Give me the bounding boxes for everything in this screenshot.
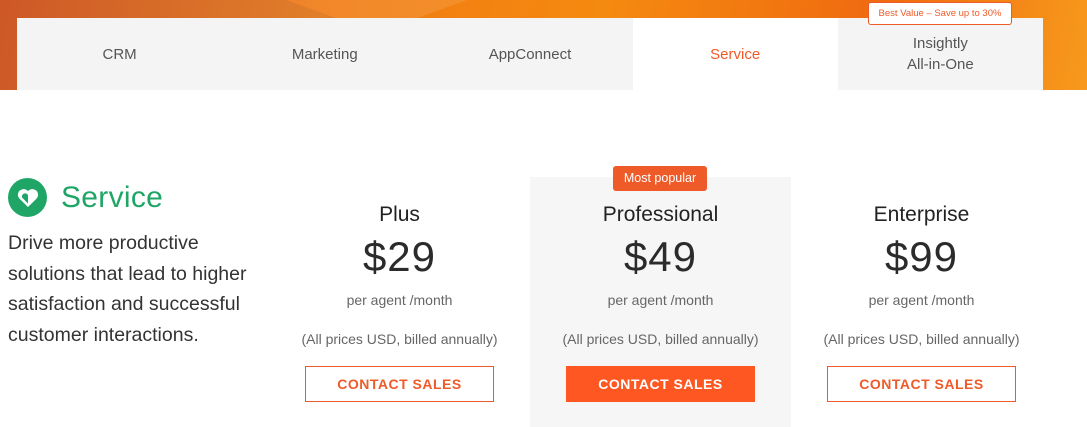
- tab-label-line1: Insightly: [912, 35, 968, 52]
- plan-card-enterprise: Enterprise $99 per agent /month (All pri…: [791, 177, 1052, 427]
- plan-name: Plus: [379, 203, 420, 226]
- plan-name: Professional: [602, 203, 719, 226]
- product-description: Drive more productive solutions that lea…: [8, 232, 247, 346]
- tab-appconnect[interactable]: AppConnect: [427, 18, 633, 90]
- plan-price: $49: [623, 233, 698, 280]
- product-title: Service: [61, 180, 164, 214]
- tab-label-line2: All-in-One: [907, 56, 974, 73]
- plan-card-plus: Plus $29 per agent /month (All prices US…: [269, 177, 530, 427]
- tab-marketing[interactable]: Marketing: [222, 18, 428, 90]
- plan-price: $29: [362, 233, 437, 280]
- tab-crm[interactable]: CRM: [17, 18, 223, 90]
- plan-name: Enterprise: [873, 203, 970, 226]
- plan-price: $99: [884, 233, 959, 280]
- tab-insightly-all-in-one[interactable]: Insightly All-in-One: [837, 18, 1043, 90]
- tab-service[interactable]: Service: [632, 18, 838, 90]
- heart-icon: [8, 178, 47, 217]
- tab-label: Marketing: [291, 45, 358, 63]
- plan-card-professional: Professional $49 per agent /month (All p…: [530, 177, 791, 427]
- plan-billing-unit: per agent /month: [868, 292, 975, 308]
- product-header: Service: [8, 178, 163, 217]
- best-value-badge: Best Value – Save up to 30%: [868, 2, 1012, 25]
- contact-sales-button[interactable]: CONTACT SALES: [305, 366, 494, 402]
- plan-price-note: (All prices USD, billed annually): [562, 331, 759, 347]
- plan-billing-unit: per agent /month: [346, 292, 453, 308]
- plan-price-note: (All prices USD, billed annually): [301, 331, 498, 347]
- plan-price-note: (All prices USD, billed annually): [823, 331, 1020, 347]
- tab-label: Service: [710, 45, 761, 63]
- most-popular-badge: Most popular: [613, 166, 707, 191]
- tab-label: AppConnect: [488, 45, 572, 63]
- contact-sales-button[interactable]: CONTACT SALES: [566, 366, 755, 402]
- product-tabs: CRM Marketing AppConnect Service Insight…: [17, 18, 1043, 90]
- contact-sales-button[interactable]: CONTACT SALES: [827, 366, 1016, 402]
- tab-label: CRM: [102, 45, 137, 63]
- plan-billing-unit: per agent /month: [607, 292, 714, 308]
